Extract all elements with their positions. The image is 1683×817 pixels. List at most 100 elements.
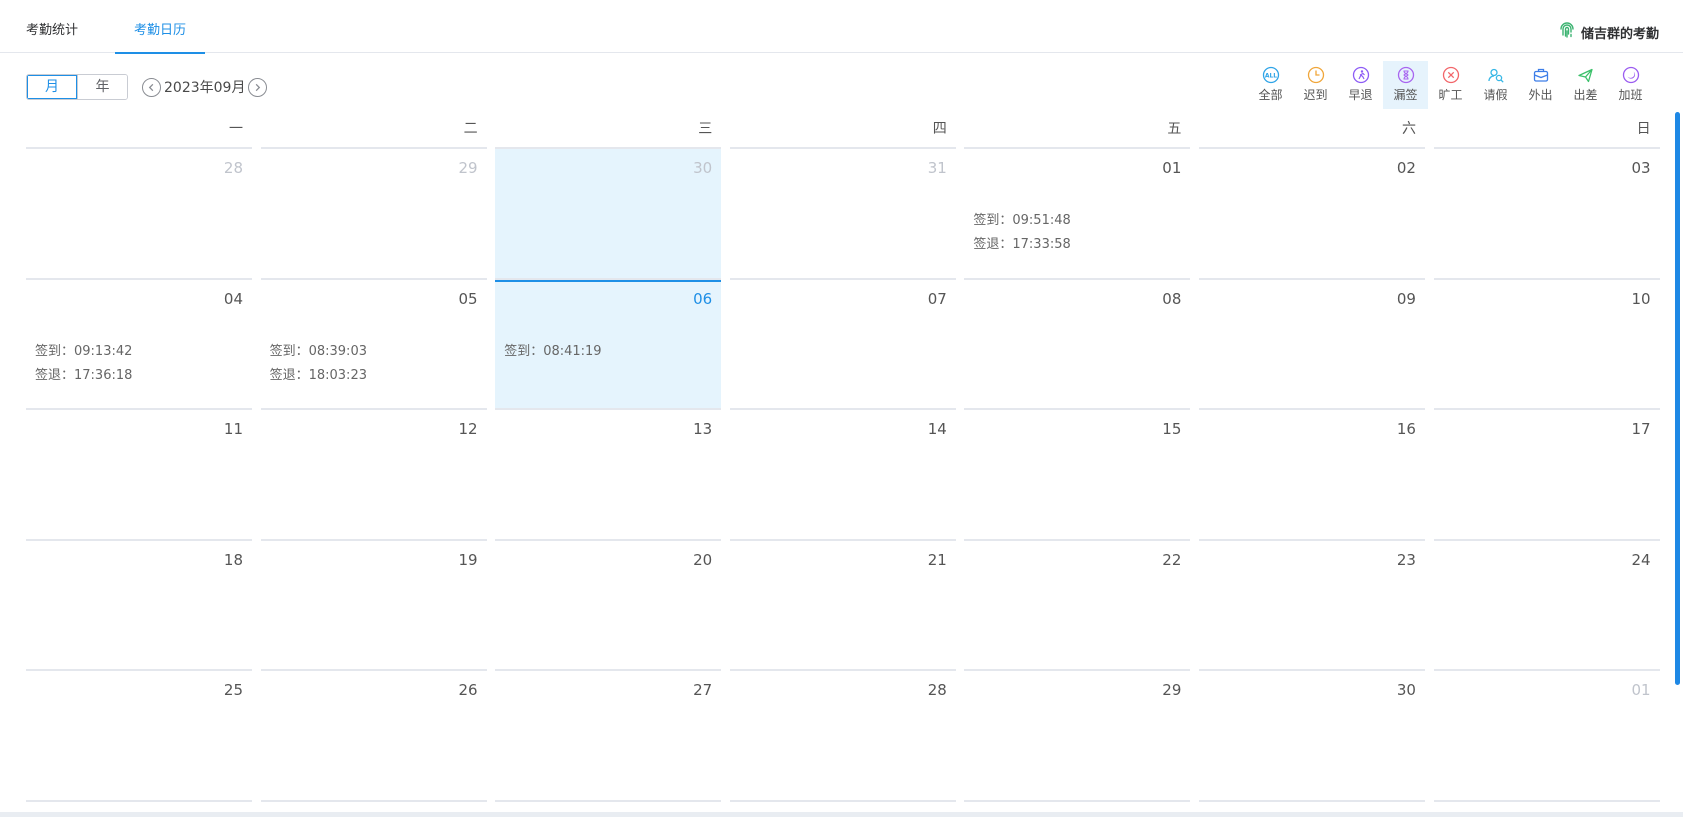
filter-leave[interactable]: 请假 [1473, 61, 1518, 109]
calendar-day-cell[interactable]: 30 [495, 149, 722, 280]
calendar-day-cell[interactable]: 03 [1433, 149, 1660, 280]
close-circle-icon [1442, 66, 1459, 84]
calendar-day-cell[interactable]: 27 [495, 671, 722, 802]
calendar-day-cell[interactable]: 05 签到：08:39:03 签退：18:03:23 [260, 279, 487, 410]
calendar-day-cell[interactable]: 26 [260, 671, 487, 802]
calendar-day-cell[interactable]: 25 [26, 671, 252, 802]
running-icon [1352, 66, 1369, 84]
view-toggle: 月 年 [26, 74, 128, 100]
vertical-scrollbar[interactable] [1675, 112, 1680, 685]
calendar-day-cell[interactable]: 17 [1433, 410, 1660, 541]
calendar-day-cell[interactable]: 29 [260, 149, 487, 280]
top-tab-bar: 考勤统计 考勤日历 储吉群的考勤 [0, 0, 1683, 54]
calendar-day-cell[interactable]: 01 [1433, 671, 1660, 802]
calendar-day-cell[interactable]: 20 [495, 540, 722, 671]
filter-absent-label: 旷工 [1438, 88, 1463, 102]
hourglass-icon [1397, 66, 1414, 84]
year-view-button[interactable]: 年 [77, 75, 127, 99]
day-number: 09 [1396, 289, 1416, 308]
calendar-day-cell[interactable]: 06 签到：08:41:19 [495, 279, 722, 410]
calendar-day-cell[interactable]: 01 签到：09:51:48 签退：17:33:58 [964, 149, 1191, 280]
filter-late-label: 迟到 [1303, 88, 1328, 102]
calendar-day-cell[interactable]: 16 [1198, 410, 1425, 541]
day-number: 03 [1631, 159, 1651, 177]
next-month-button[interactable] [248, 77, 268, 97]
calendar-day-cell[interactable]: 19 [260, 540, 487, 671]
weekday-header: 日 [1433, 115, 1660, 149]
filter-outing[interactable]: 外出 [1518, 61, 1563, 109]
filter-business-trip-label: 出差 [1573, 88, 1598, 102]
weekday-header: 五 [964, 115, 1191, 149]
calendar-day-cell[interactable]: 18 [26, 540, 252, 671]
filter-early-leave[interactable]: 早退 [1338, 61, 1383, 109]
day-number: 10 [1631, 289, 1651, 308]
calendar-day-cell[interactable]: 23 [1198, 540, 1425, 671]
day-number: 31 [927, 159, 947, 177]
calendar-day-cell[interactable]: 09 [1198, 279, 1425, 410]
day-number: 16 [1396, 420, 1416, 438]
day-number: 20 [693, 550, 713, 569]
filter-all[interactable]: ALL 全部 [1248, 61, 1293, 109]
bottom-scroll-track [0, 812, 1683, 817]
weekday-header: 六 [1198, 115, 1425, 149]
moon-icon [1622, 66, 1639, 84]
calendar-day-cell[interactable]: 31 [729, 149, 956, 280]
owner-title: 储吉群的考勤 [1557, 22, 1659, 42]
tab-attendance-stats[interactable]: 考勤统计 [14, 0, 90, 53]
calendar-day-cell[interactable]: 30 [1198, 671, 1425, 802]
tab-attendance-calendar[interactable]: 考勤日历 [115, 0, 205, 54]
calendar-day-cell[interactable]: 07 [729, 279, 956, 410]
calendar-day-cell[interactable]: 21 [729, 540, 956, 671]
all-icon: ALL [1262, 66, 1279, 84]
calendar-day-cell[interactable]: 28 [26, 149, 252, 280]
calendar-day-cell[interactable]: 28 [729, 671, 956, 802]
day-number: 12 [458, 420, 478, 438]
calendar-day-cell[interactable]: 08 [964, 279, 1191, 410]
prev-month-button[interactable] [142, 77, 161, 97]
day-number: 17 [1631, 420, 1651, 438]
filter-outing-label: 外出 [1528, 88, 1553, 102]
sign-in-record: 签到：09:51:48 [973, 213, 1071, 228]
filter-missed-sign[interactable]: 漏签 [1383, 61, 1428, 109]
day-number: 08 [1162, 289, 1182, 308]
calendar-day-cell[interactable]: 10 [1433, 279, 1660, 410]
calendar-day-cell[interactable]: 14 [729, 410, 956, 541]
chevron-right-icon [256, 83, 261, 91]
day-number: 23 [1396, 550, 1416, 569]
current-month-label: 2023年09月 [164, 80, 246, 96]
day-number: 01 [1631, 681, 1651, 699]
calendar-day-cell[interactable]: 29 [964, 671, 1191, 802]
filter-early-leave-label: 早退 [1348, 88, 1373, 102]
sign-in-record: 签到：08:41:19 [504, 343, 602, 359]
day-number: 14 [927, 420, 947, 438]
weekday-header: 四 [729, 115, 956, 149]
attendance-records: 签到：09:13:42 签退：17:36:18 [35, 340, 132, 388]
day-number: 30 [693, 159, 713, 177]
calendar-day-cell[interactable]: 02 [1198, 149, 1425, 280]
calendar-day-cell[interactable]: 04 签到：09:13:42 签退：17:36:18 [26, 279, 252, 410]
month-view-button[interactable]: 月 [27, 75, 77, 99]
filter-late[interactable]: 迟到 [1293, 61, 1338, 109]
filter-overtime[interactable]: 加班 [1608, 61, 1653, 109]
calendar-day-cell[interactable]: 22 [964, 540, 1191, 671]
chevron-left-icon [148, 83, 154, 91]
day-number: 18 [223, 550, 243, 569]
day-number: 04 [223, 289, 243, 308]
sign-out-record: 签退：18:03:23 [269, 367, 367, 383]
filter-business-trip[interactable]: 出差 [1563, 61, 1608, 109]
calendar-day-cell[interactable]: 12 [260, 410, 487, 541]
sign-in-record: 签到：09:13:42 [35, 343, 133, 359]
briefcase-icon [1533, 68, 1548, 82]
calendar-day-cell[interactable]: 24 [1433, 540, 1660, 671]
calendar-day-cell[interactable]: 13 [495, 410, 722, 541]
day-number: 28 [927, 681, 947, 699]
filter-absent[interactable]: 旷工 [1428, 61, 1473, 109]
month-navigation: 2023年09月 [142, 76, 268, 98]
svg-text:ALL: ALL [1264, 72, 1276, 79]
calendar-day-cell[interactable]: 11 [26, 410, 252, 541]
filter-missed-sign-label: 漏签 [1393, 88, 1418, 102]
calendar-day-cell[interactable]: 15 [964, 410, 1191, 541]
day-number: 06 [693, 289, 713, 308]
sign-out-record: 签退：17:33:58 [973, 237, 1071, 252]
day-number: 26 [458, 681, 478, 699]
